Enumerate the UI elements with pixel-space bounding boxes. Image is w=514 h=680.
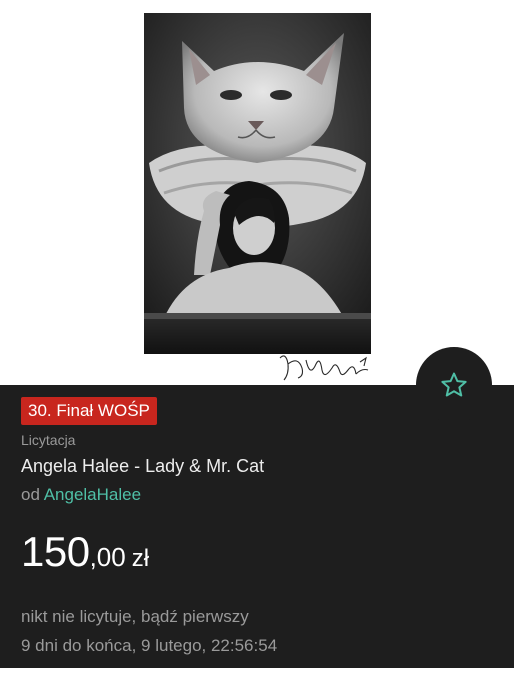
seller-line: od AngelaHalee <box>21 485 141 505</box>
price: 150,00 zł <box>21 528 149 576</box>
artist-signature <box>279 355 369 381</box>
listing-type-label: Licytacja <box>21 432 76 448</box>
time-left: 9 dni do końca, 9 lutego, 22:56:54 <box>21 636 278 655</box>
seller-prefix: od <box>21 485 44 504</box>
bid-status: nikt nie licytuje, bądź pierwszy <box>21 607 249 626</box>
price-currency: zł <box>131 545 150 572</box>
price-main: 150 <box>21 528 90 575</box>
favorite-button[interactable] <box>416 347 492 423</box>
product-photo[interactable] <box>144 13 371 354</box>
product-image-area <box>0 0 514 385</box>
star-outline-icon <box>441 372 467 397</box>
charity-badge[interactable]: 30. Finał WOŚP <box>21 397 157 425</box>
bottom-strip <box>0 668 514 680</box>
artwork-image <box>144 13 371 354</box>
product-details-panel: 30. Finał WOŚP Licytacja Angela Halee - … <box>0 385 514 668</box>
product-title: Angela Halee - Lady & Mr. Cat <box>21 456 265 476</box>
seller-link[interactable]: AngelaHalee <box>44 485 141 504</box>
price-fraction: ,00 <box>89 542 126 572</box>
